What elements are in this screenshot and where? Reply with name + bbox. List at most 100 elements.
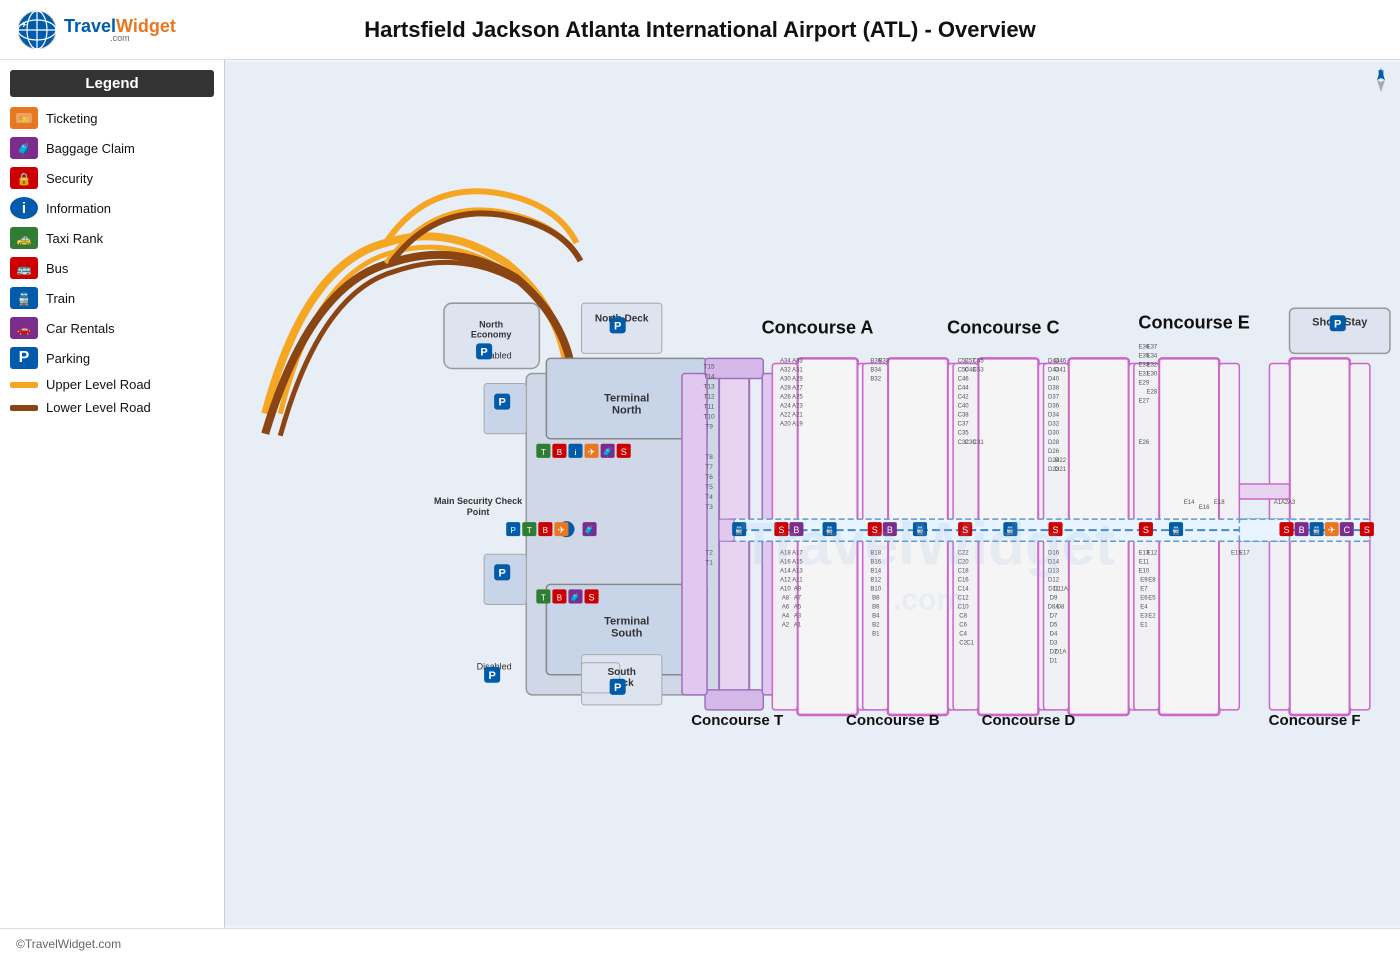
svg-text:A31: A31: [792, 367, 803, 373]
svg-text:A3: A3: [794, 614, 802, 620]
parking-label: Parking: [46, 351, 90, 366]
svg-text:E34: E34: [1147, 353, 1158, 359]
svg-text:🚕: 🚕: [17, 232, 32, 246]
svg-text:A4: A4: [782, 614, 790, 620]
svg-text:A25: A25: [792, 395, 803, 401]
svg-text:C40: C40: [958, 404, 970, 410]
svg-text:🚆: 🚆: [1312, 525, 1322, 535]
svg-text:S: S: [589, 592, 595, 602]
page-title: Hartsfield Jackson Atlanta International…: [364, 17, 1036, 43]
train-label: Train: [46, 291, 75, 306]
svg-text:E28: E28: [1147, 390, 1158, 396]
svg-text:🧳: 🧳: [602, 446, 613, 457]
svg-text:C46: C46: [958, 377, 970, 383]
svg-text:B8: B8: [872, 595, 880, 601]
svg-text:A22: A22: [780, 413, 791, 419]
svg-text:A29: A29: [792, 377, 803, 383]
svg-text:B34: B34: [870, 367, 881, 373]
svg-text:C6: C6: [959, 623, 967, 629]
header: ✈ TravelWidget .com Hartsfield Jackson A…: [0, 0, 1400, 60]
footer: ©TravelWidget.com: [0, 928, 1400, 958]
svg-text:S: S: [1284, 525, 1290, 535]
baggage-icon: 🧳: [10, 137, 38, 159]
svg-text:D21: D21: [1055, 467, 1067, 473]
svg-text:South: South: [611, 628, 643, 640]
baggage-label: Baggage Claim: [46, 141, 135, 156]
upper-road-icon: [10, 382, 38, 388]
svg-text:B2: B2: [872, 623, 880, 629]
svg-text:A27: A27: [792, 386, 803, 392]
svg-text:🎫: 🎫: [18, 114, 29, 124]
svg-text:C42: C42: [958, 395, 970, 401]
svg-text:T1: T1: [705, 559, 713, 566]
svg-text:E26: E26: [1139, 440, 1150, 446]
svg-text:A1: A1: [794, 623, 802, 629]
svg-text:🚌: 🚌: [17, 262, 32, 276]
svg-text:D5: D5: [1050, 623, 1058, 629]
logo-text: TravelWidget .com: [64, 16, 176, 43]
svg-text:B: B: [557, 448, 562, 457]
legend-item-taxi: 🚕 Taxi Rank: [10, 225, 214, 251]
svg-text:C4: C4: [959, 632, 967, 638]
svg-text:T4: T4: [705, 494, 713, 501]
svg-text:T10: T10: [703, 414, 715, 421]
svg-text:E27: E27: [1139, 399, 1150, 405]
svg-text:D36: D36: [1048, 404, 1060, 410]
svg-text:P: P: [480, 346, 487, 358]
svg-text:C: C: [1344, 525, 1351, 535]
svg-text:A20: A20: [780, 422, 791, 428]
svg-text:A3: A3: [1288, 500, 1296, 506]
svg-text:A24: A24: [780, 404, 791, 410]
north-economy-label: North: [479, 319, 503, 329]
svg-text:D8: D8: [1057, 604, 1065, 610]
svg-text:A26: A26: [780, 395, 791, 401]
svg-text:TravelWidget: TravelWidget: [741, 509, 1115, 577]
svg-text:C35: C35: [958, 431, 970, 437]
legend-item-security: 🔒 Security: [10, 165, 214, 191]
svg-text:C55: C55: [973, 358, 985, 364]
legend-item-baggage: 🧳 Baggage Claim: [10, 135, 214, 161]
ticketing-label: Ticketing: [46, 111, 98, 126]
svg-text:T3: T3: [705, 504, 713, 511]
svg-text:E9: E9: [1140, 577, 1148, 583]
svg-text:D37: D37: [1048, 395, 1060, 401]
svg-text:S: S: [1143, 525, 1149, 535]
svg-text:E10: E10: [1139, 568, 1150, 574]
svg-text:A8: A8: [782, 595, 790, 601]
svg-text:A11: A11: [792, 577, 803, 583]
concourse-c-top-label: Concourse C: [947, 317, 1059, 337]
svg-text:🚆: 🚆: [17, 292, 32, 306]
svg-text:A30: A30: [780, 377, 791, 383]
svg-text:D32: D32: [1048, 422, 1060, 428]
lower-road-icon: [10, 405, 38, 411]
svg-text:E4: E4: [1140, 604, 1148, 610]
svg-text:A10: A10: [780, 586, 791, 592]
svg-text:T6: T6: [705, 474, 713, 481]
concourse-e-top-label: Concourse E: [1138, 312, 1249, 332]
concourse-f-bottom-label: Concourse F: [1269, 712, 1361, 729]
svg-text:C16: C16: [958, 577, 970, 583]
svg-text:E1: E1: [1140, 623, 1148, 629]
svg-text:P: P: [1334, 318, 1341, 330]
svg-text:B: B: [543, 526, 548, 535]
legend-title: Legend: [10, 70, 214, 97]
svg-text:D9: D9: [1050, 595, 1058, 601]
logo-globe-icon: ✈: [16, 9, 58, 51]
svg-text:A19: A19: [792, 422, 803, 428]
svg-text:E32: E32: [1147, 362, 1158, 368]
svg-text:C44: C44: [958, 386, 970, 392]
svg-text:i: i: [575, 450, 577, 457]
security-label: Security: [46, 171, 93, 186]
svg-text:T12: T12: [703, 394, 715, 401]
concourse-t-bottom-label: Concourse T: [691, 712, 784, 729]
svg-text:D3: D3: [1050, 641, 1058, 647]
svg-text:✈: ✈: [588, 447, 596, 457]
svg-text:N: N: [1378, 69, 1384, 78]
svg-text:A23: A23: [792, 404, 803, 410]
svg-text:B4: B4: [872, 614, 880, 620]
svg-text:T14: T14: [703, 374, 715, 381]
map-area: N: [225, 60, 1400, 928]
svg-text:D34: D34: [1048, 413, 1060, 419]
svg-text:B33: B33: [878, 358, 889, 364]
svg-text:E30: E30: [1147, 371, 1158, 377]
